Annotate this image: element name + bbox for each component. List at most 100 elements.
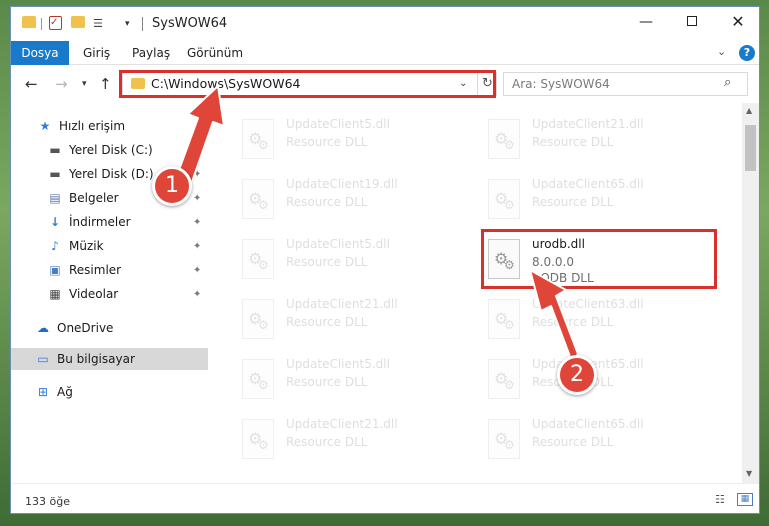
- dll-file-icon: ⚙ ⚙: [488, 299, 520, 339]
- file-name: UpdateClient5.dll: [286, 117, 390, 131]
- search-placeholder: Ara: SysWOW64: [512, 77, 610, 91]
- close-button[interactable]: ✕: [715, 7, 759, 37]
- nav-item-pictures[interactable]: ▣ Resimler ✦: [11, 259, 208, 281]
- file-list: ⚙ ⚙ UpdateClient5.dll Resource DLL ⚙ ⚙ Upd…: [208, 103, 742, 483]
- up-button[interactable]: ↑: [99, 75, 112, 93]
- nav-item-videos[interactable]: ▦ Videolar ✦: [11, 283, 208, 305]
- file-name: UpdateClient65.dll: [532, 417, 644, 431]
- dll-file-icon: ⚙ ⚙: [242, 359, 274, 399]
- scroll-down-icon[interactable]: ▼: [746, 469, 752, 478]
- toolbar-divider: [41, 18, 42, 30]
- dll-file-icon: ⚙ ⚙: [242, 299, 274, 339]
- dll-file-icon: ⚙ ⚙: [242, 119, 274, 159]
- recent-locations-dropdown[interactable]: ▾: [82, 79, 87, 89]
- nav-item-local-disk-c[interactable]: ▬ Yerel Disk (C:) ✦: [11, 139, 208, 161]
- address-row: ← → ▾ ↑ C:\Windows\SysWOW64 ⌄ ↻ Ara: Sys…: [11, 65, 759, 103]
- file-name: UpdateClient5.dll: [286, 357, 390, 371]
- help-icon[interactable]: ?: [739, 45, 755, 61]
- step-1-badge: 1: [152, 166, 192, 206]
- star-icon: ★: [39, 119, 51, 133]
- pin-icon[interactable]: ✦: [193, 217, 201, 228]
- scrollbar-thumb[interactable]: [745, 125, 756, 171]
- nav-item-quick-access[interactable]: ★ Hızlı erişim: [11, 115, 208, 137]
- step-2-badge: 2: [557, 355, 597, 395]
- properties-check-icon[interactable]: ✓: [49, 16, 62, 30]
- pin-icon[interactable]: ✦: [193, 265, 201, 276]
- cloud-icon: ☁: [37, 321, 49, 335]
- maximize-icon: [687, 15, 697, 26]
- file-item[interactable]: ⚙⚙ UpdateClient65.dll Resource DLL: [484, 413, 722, 469]
- tab-file[interactable]: Dosya: [11, 41, 69, 65]
- file-name: UpdateClient65.dll: [532, 177, 644, 191]
- file-item[interactable]: ⚙ ⚙ UpdateClient21.dll Resource DLL: [238, 413, 476, 469]
- nav-label: Yerel Disk (C:): [69, 143, 153, 157]
- pin-icon[interactable]: ✦: [193, 169, 201, 180]
- drive-icon: ▬: [49, 143, 61, 157]
- navigation-pane: ★ Hızlı erişim ▬ Yerel Disk (C:) ✦ ▬ Yer…: [11, 103, 208, 483]
- dll-file-icon: ⚙ ⚙: [488, 179, 520, 219]
- music-icon: ♪: [51, 239, 59, 253]
- nav-label: İndirmeler: [69, 215, 131, 229]
- file-item[interactable]: ⚙ ⚙ UpdateClient5.dll Resource DLL: [238, 233, 476, 289]
- pin-icon[interactable]: ✦: [193, 289, 201, 300]
- customize-toolbar-dropdown-icon[interactable]: ▾: [125, 16, 130, 32]
- nav-label: Ağ: [57, 385, 73, 399]
- dll-file-icon: ⚙ ⚙: [488, 119, 520, 159]
- file-item[interactable]: ⚙ ⚙ UpdateClient63.dll Resource DLL: [484, 293, 722, 349]
- back-button[interactable]: ←: [25, 75, 38, 93]
- tab-home[interactable]: Giriş: [83, 41, 110, 65]
- nav-label: Müzik: [69, 239, 104, 253]
- status-bar: 133 öğe ☷ ▦: [11, 483, 759, 513]
- search-box[interactable]: Ara: SysWOW64 ⌕: [503, 72, 748, 96]
- file-type: Resource DLL: [286, 315, 368, 329]
- dll-file-icon: ⚙ ⚙: [488, 359, 520, 399]
- address-highlight-box: [119, 70, 496, 98]
- nav-label: Videolar: [69, 287, 119, 301]
- item-count: 133 öğe: [25, 495, 70, 508]
- scroll-up-icon[interactable]: ▲: [746, 106, 752, 115]
- file-item[interactable]: ⚙ ⚙ UpdateClient21.dll Resource DLL: [484, 113, 722, 169]
- minimize-button[interactable]: —: [623, 7, 669, 37]
- file-type: Resource DLL: [286, 195, 368, 209]
- properties-icon[interactable]: ☰: [93, 16, 111, 30]
- folder-icon[interactable]: [22, 16, 36, 28]
- videos-icon: ▦: [49, 287, 61, 301]
- pin-icon[interactable]: ✦: [193, 241, 201, 252]
- file-item[interactable]: ⚙ ⚙ UpdateClient21.dll Resource DLL: [238, 293, 476, 349]
- nav-item-network[interactable]: ⊞ Ağ: [11, 381, 208, 403]
- network-icon: ⊞: [37, 385, 49, 399]
- file-item[interactable]: ⚙ ⚙ UpdateClient19.dll Resource DLL: [238, 173, 476, 229]
- pin-icon[interactable]: ✦: [193, 145, 201, 156]
- tiles-view-icon[interactable]: ▦: [737, 493, 753, 506]
- drive-icon: ▬: [49, 167, 61, 181]
- maximize-button[interactable]: [669, 7, 715, 37]
- file-type: Resource DLL: [286, 435, 368, 449]
- file-name: UpdateClient63.dll: [532, 297, 644, 311]
- file-item[interactable]: ⚙⚙ UpdateClient65.dll Resource DLL: [484, 173, 722, 229]
- tab-view[interactable]: Görünüm: [187, 41, 243, 65]
- file-item[interactable]: ⚙⚙ UpdateClient65.dll Resource DLL: [484, 353, 722, 409]
- expand-ribbon-icon[interactable]: ⌄: [717, 45, 726, 58]
- file-item[interactable]: ⚙ ⚙ UpdateClient5.dll Resource DLL: [238, 113, 476, 169]
- nav-item-music[interactable]: ♪ Müzik ✦: [11, 235, 208, 257]
- file-name: UpdateClient21.dll: [532, 117, 644, 131]
- nav-label: Bu bilgisayar: [57, 352, 135, 366]
- new-folder-icon[interactable]: [71, 16, 85, 28]
- nav-item-this-pc[interactable]: ▭ Bu bilgisayar: [11, 348, 208, 370]
- forward-button[interactable]: →: [55, 75, 68, 93]
- computer-icon: ▭: [37, 352, 49, 366]
- file-type: Resource DLL: [532, 315, 614, 329]
- nav-item-onedrive[interactable]: ☁ OneDrive: [11, 317, 208, 339]
- file-type: Resource DLL: [286, 135, 368, 149]
- details-view-icon[interactable]: ☷: [715, 493, 731, 506]
- file-item[interactable]: ⚙ ⚙ UpdateClient5.dll Resource DLL: [238, 353, 476, 409]
- file-highlight-box: [481, 229, 717, 289]
- tab-share[interactable]: Paylaş: [132, 41, 170, 65]
- search-icon[interactable]: ⌕: [724, 75, 731, 90]
- dll-file-icon: ⚙ ⚙: [242, 419, 274, 459]
- nav-item-downloads[interactable]: ↓ İndirmeler ✦: [11, 211, 208, 233]
- pin-icon[interactable]: ✦: [193, 193, 201, 204]
- file-name: UpdateClient21.dll: [286, 297, 398, 311]
- title-divider: [142, 17, 143, 31]
- vertical-scrollbar[interactable]: ▲ ▼: [742, 103, 759, 483]
